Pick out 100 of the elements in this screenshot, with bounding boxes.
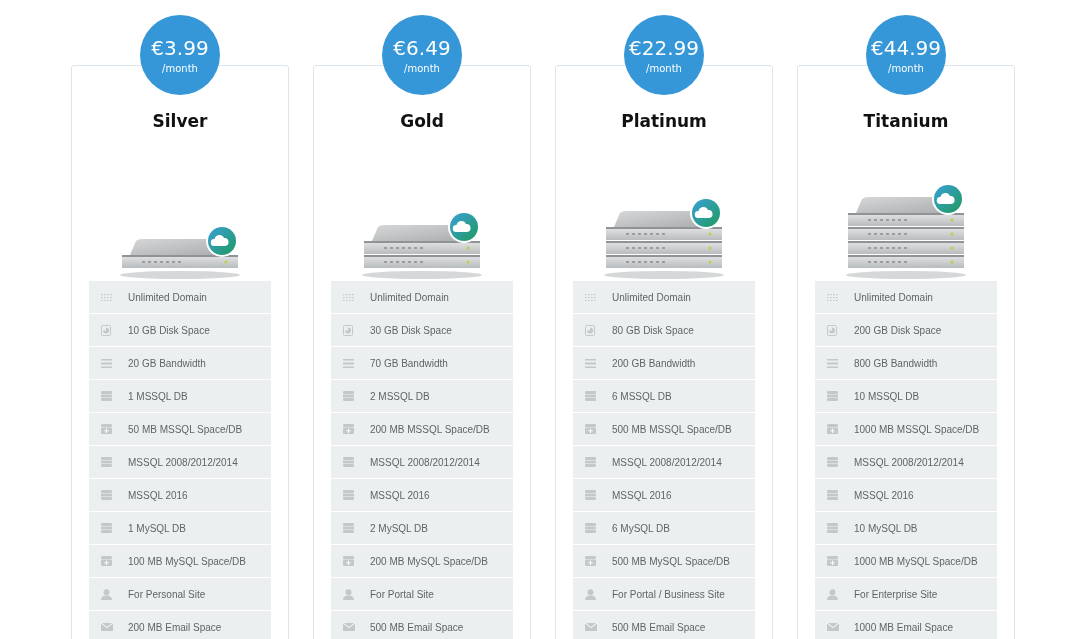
feature-text: 800 GB Bandwidth [854,357,938,369]
database-icon [101,391,112,401]
database-icon [343,457,354,467]
database-icon [827,391,838,401]
feature-text: 10 GB Disk Space [128,324,210,336]
feature-text: Unlimited Domain [370,291,449,303]
database-icon [343,490,354,500]
envelope-icon [101,623,113,631]
bars-icon [101,358,112,368]
disk-icon [343,324,353,336]
database-plus-icon [585,424,596,434]
feature-text: 1000 MB MySQL Space/DB [854,555,978,567]
feature-text: Unlimited Domain [612,291,691,303]
bars-icon [343,358,354,368]
database-icon [585,490,596,500]
feature-text: 1 MySQL DB [128,522,186,534]
database-plus-icon [827,556,838,566]
feature-text: 2 MySQL DB [370,522,428,534]
database-icon [101,523,112,533]
feature-text: 1000 MB Email Space [854,621,953,633]
feature-text: 1000 MB MSSQL Space/DB [854,423,980,435]
database-icon [585,391,596,401]
feature-text: 50 MB MSSQL Space/DB [128,423,243,435]
feature-text: For Portal Site [370,588,434,600]
feature-text: MSSQL 2016 [854,489,914,501]
feature-text: 2 MSSQL DB [370,390,430,402]
database-icon [585,523,596,533]
feature-text: 200 GB Bandwidth [612,357,696,369]
feature-text: 500 MB MySQL Space/DB [612,555,730,567]
feature-text: 6 MySQL DB [612,522,670,534]
feature-text: For Enterprise Site [854,588,938,600]
database-plus-icon [101,424,112,434]
database-plus-icon [827,424,838,434]
bars-icon [827,358,838,368]
feature-text: 70 GB Bandwidth [370,357,448,369]
price-period: /month [646,62,682,74]
feature-text: MSSQL 2016 [370,489,430,501]
database-icon [343,391,354,401]
price-period: /month [888,62,924,74]
database-icon [101,457,112,467]
disk-icon [827,324,837,336]
user-icon [585,588,596,600]
feature-text: 500 MB Email Space [612,621,706,633]
price: €44.99 [871,36,941,59]
database-icon [827,490,838,500]
envelope-icon [343,623,355,631]
database-icon [343,523,354,533]
feature-text: For Personal Site [128,588,206,600]
plan-name: Titanium [863,111,949,131]
feature-text: 6 MSSQL DB [612,390,672,402]
feature-text: 500 MB Email Space [370,621,464,633]
disk-icon [585,324,595,336]
database-plus-icon [343,424,354,434]
user-icon [101,588,112,600]
feature-text: 200 MB MySQL Space/DB [370,555,488,567]
feature-text: MSSQL 2008/2012/2014 [854,456,964,468]
bars-icon [585,358,596,368]
price: €6.49 [393,36,451,59]
envelope-icon [585,623,597,631]
feature-text: MSSQL 2008/2012/2014 [612,456,722,468]
feature-text: 20 GB Bandwidth [128,357,206,369]
feature-text: 1 MSSQL DB [128,390,188,402]
disk-icon [101,324,111,336]
price-period: /month [404,62,440,74]
feature-text: 200 GB Disk Space [854,324,942,336]
feature-text: MSSQL 2008/2012/2014 [128,456,238,468]
feature-text: Unlimited Domain [128,291,207,303]
feature-text: 200 MB Email Space [128,621,222,633]
database-icon [101,490,112,500]
database-plus-icon [343,556,354,566]
feature-text: MSSQL 2016 [612,489,672,501]
database-icon [585,457,596,467]
feature-text: MSSQL 2008/2012/2014 [370,456,480,468]
feature-text: 10 MySQL DB [854,522,918,534]
feature-text: 200 MB MSSQL Space/DB [370,423,490,435]
price-period: /month [162,62,198,74]
feature-text: 30 GB Disk Space [370,324,452,336]
user-icon [827,588,838,600]
feature-text: For Portal / Business Site [612,588,725,600]
feature-text: 500 MB MSSQL Space/DB [612,423,732,435]
database-icon [827,523,838,533]
envelope-icon [827,623,839,631]
price: €3.99 [151,36,209,59]
feature-text: 80 GB Disk Space [612,324,694,336]
database-plus-icon [101,556,112,566]
grid-icon [827,293,838,301]
feature-text: MSSQL 2016 [128,489,188,501]
database-plus-icon [585,556,596,566]
plan-name: Gold [400,111,444,131]
grid-icon [101,293,112,301]
feature-text: 100 MB MySQL Space/DB [128,555,246,567]
plan-name: Platinum [621,111,707,131]
grid-icon [585,293,596,301]
feature-text: 10 MSSQL DB [854,390,920,402]
grid-icon [343,293,354,301]
plan-name: Silver [152,111,208,131]
price: €22.99 [629,36,699,59]
user-icon [343,588,354,600]
feature-text: Unlimited Domain [854,291,933,303]
database-icon [827,457,838,467]
